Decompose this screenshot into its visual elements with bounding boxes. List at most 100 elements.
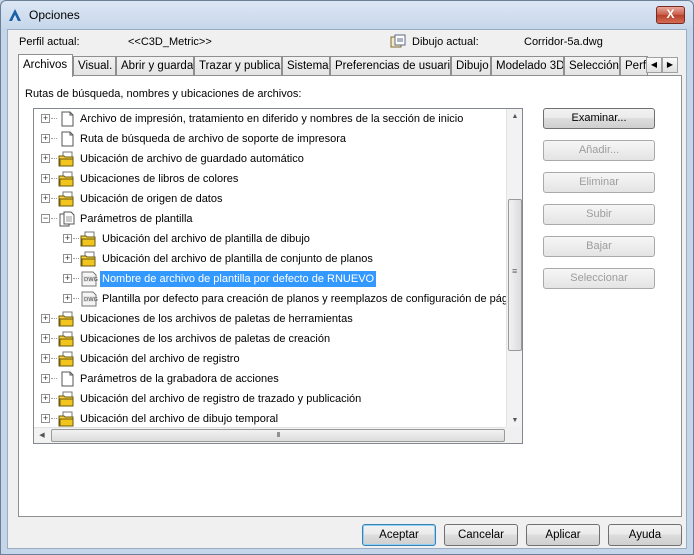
tree-item[interactable]: + Ubicaciones de libros de colores — [34, 169, 508, 189]
tree-item-label: Ubicaciones de los archivos de paletas d… — [80, 333, 331, 345]
tree-item[interactable]: + Ubicación del archivo de registro — [34, 349, 508, 369]
tree-item-label: Ubicación del archivo de registro de tra… — [80, 393, 362, 405]
tree-item[interactable]: + Ubicación del archivo de dibujo tempora… — [34, 409, 508, 429]
browse-button[interactable]: Examinar... — [543, 108, 655, 129]
dwg-file-icon: DWG — [80, 271, 98, 287]
expand-icon[interactable]: + — [41, 154, 50, 163]
horizontal-scrollbar[interactable]: ◀ III — [34, 427, 508, 443]
file-locations-tree[interactable]: + Archivo de impresión, tratamiento en di… — [33, 108, 523, 444]
tree-item[interactable]: + Ubicación de origen de datos — [34, 189, 508, 209]
close-button[interactable]: X — [656, 6, 685, 24]
tree-connector — [51, 178, 57, 179]
accept-button[interactable]: Aceptar — [362, 524, 436, 546]
expand-icon[interactable]: + — [41, 194, 50, 203]
tab-strip: Archivos Visual. Abrir y guardar Trazar … — [18, 54, 678, 77]
tab-preferencias-usuario[interactable]: Preferencias de usuario — [330, 56, 451, 76]
tree-item[interactable]: + Parámetros de la grabadora de acciones — [34, 369, 508, 389]
apply-button[interactable]: Aplicar — [526, 524, 600, 546]
expand-icon[interactable]: + — [41, 394, 50, 403]
tree-item-label: Ubicación de origen de datos — [80, 193, 223, 205]
expand-icon[interactable]: + — [41, 374, 50, 383]
tree-item[interactable]: + Ubicación del archivo de plantilla de d… — [34, 229, 508, 249]
svg-text:DWG: DWG — [84, 297, 98, 303]
expand-icon[interactable]: + — [41, 334, 50, 343]
vertical-scroll-thumb[interactable]: ≡ — [508, 199, 522, 351]
folder-icon — [58, 411, 76, 427]
panel-label: Rutas de búsqueda, nombres y ubicaciones… — [25, 88, 302, 100]
tree-item[interactable]: + DWG Plantilla por defecto para creación … — [34, 289, 508, 309]
archivos-panel: Rutas de búsqueda, nombres y ubicaciones… — [18, 75, 682, 517]
tab-sistema[interactable]: Sistema — [282, 56, 330, 76]
move-down-button[interactable]: Bajar — [543, 236, 655, 257]
tree-connector — [73, 238, 79, 239]
tree-item[interactable]: + Ubicación del archivo de registro de tr… — [34, 389, 508, 409]
tree-connector — [51, 378, 57, 379]
collapse-icon[interactable]: − — [41, 214, 50, 223]
expand-icon[interactable]: + — [63, 294, 72, 303]
expand-icon[interactable]: + — [41, 314, 50, 323]
window-title: Opciones — [29, 8, 80, 22]
tree-item-label: Ubicación del archivo de plantilla de di… — [102, 233, 310, 245]
scroll-up-icon[interactable]: ▲ — [507, 109, 522, 125]
scroll-left-icon[interactable]: ◀ — [34, 428, 50, 443]
tree-item[interactable]: + Ubicación del archivo de plantilla de c… — [34, 249, 508, 269]
folder-icon — [58, 331, 76, 347]
tree-item[interactable]: + Ubicaciones de los archivos de paletas … — [34, 309, 508, 329]
document-icon — [58, 111, 76, 127]
remove-button[interactable]: Eliminar — [543, 172, 655, 193]
tab-abrir-guardar[interactable]: Abrir y guardar — [116, 56, 194, 76]
folder-icon — [58, 391, 76, 407]
tree-connector — [51, 218, 57, 219]
tab-trazar-publicar[interactable]: Trazar y publicar — [194, 56, 282, 76]
tree-item[interactable]: + Ruta de búsqueda de archivo de soporte … — [34, 129, 508, 149]
tree-connector — [51, 138, 57, 139]
expand-icon[interactable]: + — [41, 134, 50, 143]
tab-archivos[interactable]: Archivos — [18, 54, 73, 77]
folder-icon — [58, 311, 76, 327]
autocad-app-icon — [9, 9, 21, 21]
tab-scroll-right-icon[interactable]: ▶ — [662, 57, 678, 73]
folder-icon — [58, 351, 76, 367]
tree-item-label: Archivo de impresión, tratamiento en dif… — [80, 113, 464, 125]
tab-modelado-3d[interactable]: Modelado 3D — [491, 56, 564, 76]
folder-icon — [80, 231, 98, 247]
expand-icon[interactable]: + — [41, 354, 50, 363]
cancel-button[interactable]: Cancelar — [444, 524, 518, 546]
vertical-scrollbar[interactable]: ▲ ≡ ▼ — [506, 109, 522, 429]
tab-visual[interactable]: Visual. — [73, 56, 116, 76]
folder-icon — [80, 251, 98, 267]
scroll-corner — [506, 427, 522, 443]
expand-icon[interactable]: + — [41, 174, 50, 183]
tree-item[interactable]: + Ubicaciones de los archivos de paletas … — [34, 329, 508, 349]
expand-icon[interactable]: + — [63, 254, 72, 263]
tab-scroll-left-icon[interactable]: ◀ — [646, 57, 662, 73]
tab-seleccion[interactable]: Selección — [564, 56, 620, 76]
select-button[interactable]: Seleccionar — [543, 268, 655, 289]
tab-dibujo[interactable]: Dibujo — [451, 56, 491, 76]
folder-icon — [58, 151, 76, 167]
title-bar: Opciones X — [1, 1, 693, 29]
tree-connector — [51, 358, 57, 359]
drawing-file-icon — [390, 34, 406, 48]
tab-perfiles[interactable]: Perf — [620, 56, 648, 76]
tree-item-label: Plantilla por defecto para creación de p… — [102, 293, 508, 305]
move-up-button[interactable]: Subir — [543, 204, 655, 225]
tree-item[interactable]: + DWG Nombre de archivo de plantilla por d… — [34, 269, 508, 289]
expand-icon[interactable]: + — [41, 414, 50, 423]
tree-connector — [73, 298, 79, 299]
add-button[interactable]: Añadir... — [543, 140, 655, 161]
horizontal-scroll-thumb[interactable]: III — [51, 429, 505, 442]
expand-icon[interactable]: + — [63, 234, 72, 243]
tree-item-label: Ruta de búsqueda de archivo de soporte d… — [80, 133, 347, 145]
tree-item-label: Ubicación de archivo de guardado automát… — [80, 153, 304, 165]
expand-icon[interactable]: + — [63, 274, 72, 283]
tree-item-label: Ubicación del archivo de registro — [80, 353, 240, 365]
tree-item[interactable]: + Archivo de impresión, tratamiento en di… — [34, 109, 508, 129]
tree-item[interactable]: + Ubicación de archivo de guardado automá… — [34, 149, 508, 169]
tree-item[interactable]: − Parámetros de plantilla — [34, 209, 508, 229]
help-button[interactable]: Ayuda — [608, 524, 682, 546]
folder-icon — [58, 171, 76, 187]
tree-connector — [51, 118, 57, 119]
vertical-grip-icon: ≡ — [512, 266, 518, 276]
expand-icon[interactable]: + — [41, 114, 50, 123]
